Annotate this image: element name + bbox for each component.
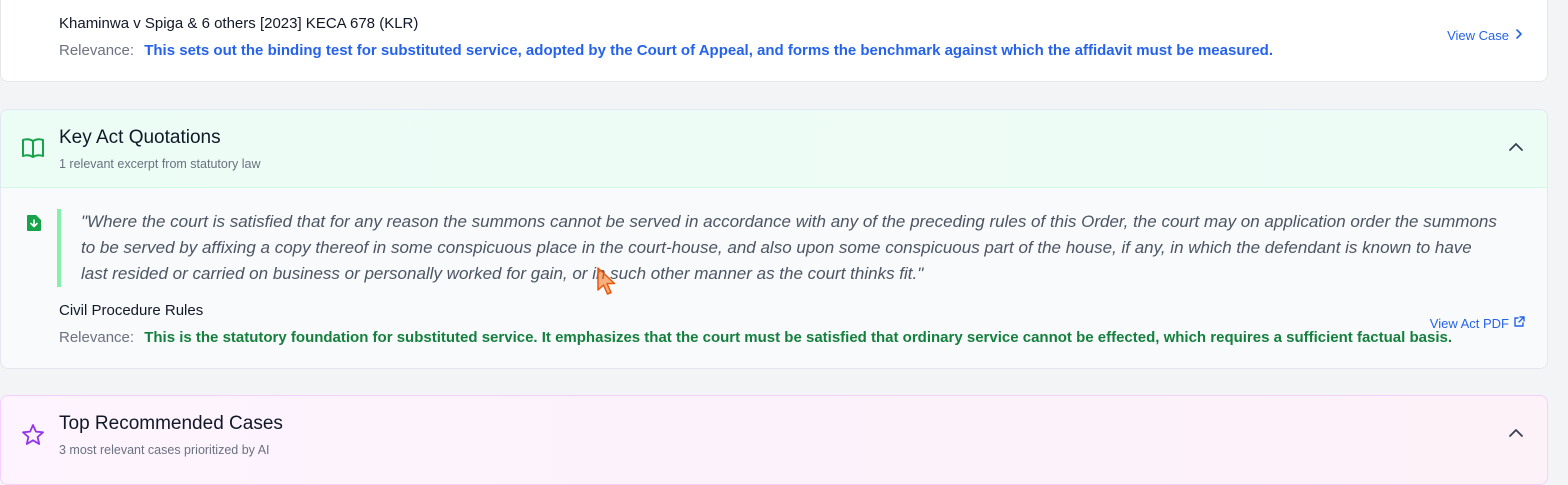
chevron-right-icon	[1513, 28, 1525, 43]
section-header[interactable]: Key Act Quotations 1 relevant excerpt fr…	[1, 110, 1547, 188]
view-case-label: View Case	[1447, 28, 1509, 43]
chevron-up-icon[interactable]	[1507, 426, 1525, 445]
relevance-label: Relevance:	[59, 42, 135, 59]
view-case-button[interactable]: View Case	[1447, 28, 1525, 43]
relevance-text: This is the statutory foundation for sub…	[144, 329, 1453, 346]
section-subtitle: 3 most relevant cases prioritized by AI	[59, 443, 270, 457]
act-name: Civil Procedure Rules	[59, 302, 204, 319]
view-act-pdf-label: View Act PDF	[1429, 316, 1509, 331]
view-act-pdf-button[interactable]: View Act PDF	[1430, 316, 1525, 331]
external-link-icon	[1513, 316, 1525, 331]
act-quote-text: "Where the court is satisfied that for a…	[81, 212, 1497, 283]
act-relevance: Relevance: This is the statutory foundat…	[59, 329, 1452, 346]
section-title: Top Recommended Cases	[59, 413, 283, 434]
relevance-text: This sets out the binding test for subst…	[144, 42, 1273, 59]
book-open-icon	[21, 137, 45, 164]
section-subtitle: 1 relevant excerpt from statutory law	[59, 157, 261, 171]
key-act-quotations-section: Key Act Quotations 1 relevant excerpt fr…	[0, 109, 1548, 369]
chevron-up-icon[interactable]	[1507, 140, 1525, 159]
top-recommended-cases-section[interactable]: Top Recommended Cases 3 most relevant ca…	[0, 395, 1548, 485]
act-quote-block: "Where the court is satisfied that for a…	[57, 209, 1497, 287]
mouse-pointer-icon	[596, 266, 618, 301]
case-card: Khaminwa v Spiga & 6 others [2023] KECA …	[0, 0, 1548, 82]
star-icon	[21, 423, 45, 452]
case-title: Khaminwa v Spiga & 6 others [2023] KECA …	[59, 15, 419, 32]
relevance-label: Relevance:	[59, 329, 135, 346]
section-title: Key Act Quotations	[59, 127, 221, 148]
document-download-icon	[26, 214, 42, 237]
case-relevance: Relevance: This sets out the binding tes…	[59, 42, 1273, 59]
